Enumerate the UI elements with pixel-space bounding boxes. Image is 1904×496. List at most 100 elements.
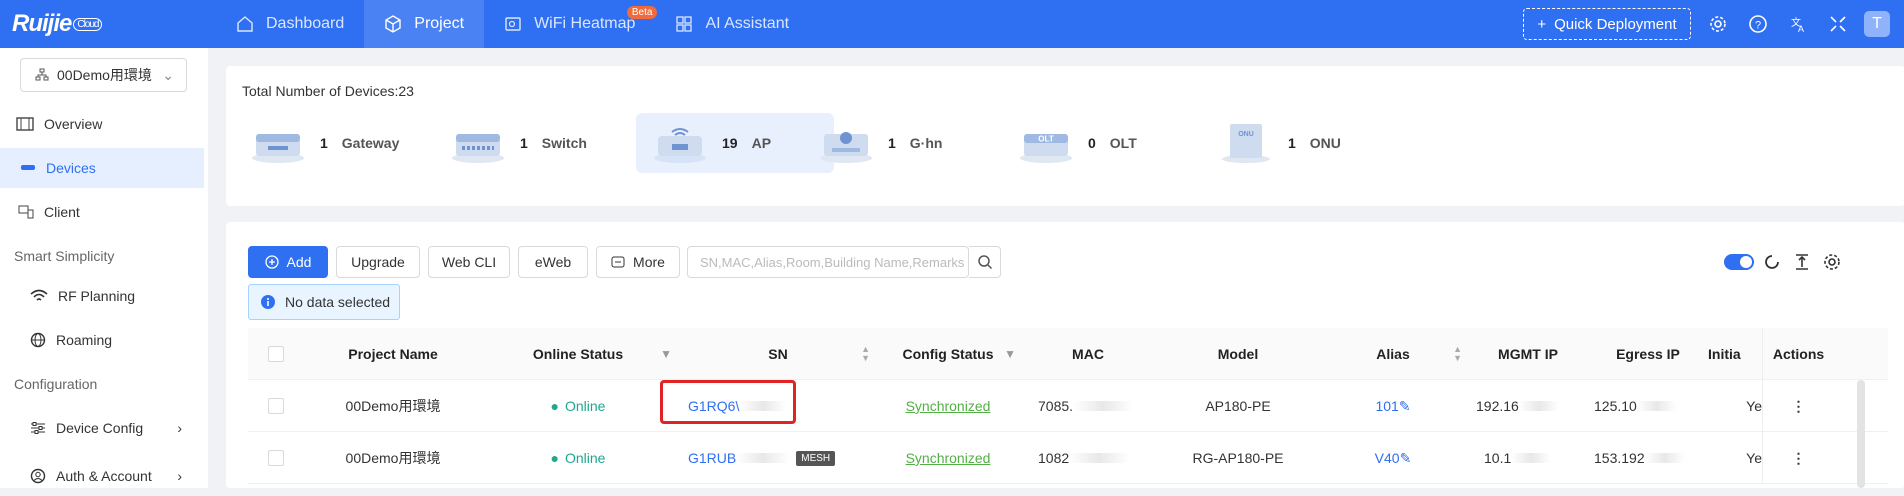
sidebar-item-overview[interactable]: Overview bbox=[0, 104, 204, 144]
cell-online-status: ● Online bbox=[550, 450, 606, 466]
redacted-text bbox=[1636, 401, 1677, 411]
col-egress-ip[interactable]: Egress IP bbox=[1588, 328, 1708, 380]
row-checkbox[interactable] bbox=[268, 450, 284, 466]
col-mac[interactable]: MAC bbox=[1018, 328, 1158, 380]
cell-alias[interactable]: V40 ✎ bbox=[1318, 432, 1468, 484]
table-row[interactable]: 00Demo用環境 ● Online G1RUB MESH Synchronized… bbox=[248, 432, 1888, 484]
search-input[interactable]: SN,MAC,Alias,Room,Building Name,Remarks bbox=[687, 246, 969, 278]
client-icon bbox=[18, 205, 34, 219]
cell-project-name: 00Demo用環境 bbox=[345, 450, 441, 466]
sidebar-item-client[interactable]: Client bbox=[0, 192, 204, 232]
col-online-status[interactable]: Online Status ▼ bbox=[478, 328, 678, 380]
user-avatar[interactable]: T bbox=[1864, 11, 1890, 37]
access-point-icon bbox=[654, 128, 706, 163]
sidebar-item-devices[interactable]: Devices bbox=[0, 148, 204, 188]
gateway-icon bbox=[252, 134, 304, 163]
device-list-card: Add Upgrade Web CLI eWeb More SN,MAC,Ali… bbox=[226, 222, 1904, 488]
fullscreen-icon[interactable] bbox=[1828, 14, 1848, 34]
chevron-down-icon: ⌄ bbox=[162, 67, 174, 83]
quick-deployment-button[interactable]: + Quick Deployment bbox=[1523, 8, 1691, 40]
project-selector[interactable]: 00Demo用環境 ⌄ bbox=[20, 58, 187, 92]
sidebar-item-roaming[interactable]: Roaming bbox=[0, 320, 204, 360]
sidebar-item-auth-account[interactable]: Auth & Account › bbox=[0, 456, 204, 496]
add-button[interactable]: Add bbox=[248, 246, 328, 278]
total-devices: Total Number of Devices:23 bbox=[242, 83, 414, 99]
sort-icon[interactable]: ▲ ▼ bbox=[861, 345, 870, 363]
nav-ai-assistant[interactable]: AI Assistant bbox=[655, 0, 809, 48]
more-button[interactable]: More bbox=[596, 246, 680, 278]
web-cli-button[interactable]: Web CLI bbox=[428, 246, 510, 278]
refresh-icon[interactable] bbox=[1762, 252, 1782, 272]
account-icon bbox=[30, 468, 46, 484]
brand-logo[interactable]: Ruijie Cloud bbox=[12, 10, 103, 38]
selection-status: No data selected bbox=[248, 284, 400, 320]
col-model[interactable]: Model bbox=[1158, 328, 1318, 380]
svg-text:ONU: ONU bbox=[1238, 131, 1254, 138]
redacted-text bbox=[1069, 453, 1130, 463]
vertical-scrollbar[interactable] bbox=[1857, 380, 1865, 488]
cell-config-status[interactable]: Synchronized bbox=[878, 380, 1018, 432]
group-smart-simplicity: Smart Simplicity bbox=[14, 248, 115, 264]
sidebar-item-device-config[interactable]: Device Config › bbox=[0, 408, 204, 448]
table-row[interactable]: 00Demo用環境 ● Online G1RQ6\ Synchronized 70… bbox=[248, 380, 1888, 432]
wifi-icon bbox=[30, 289, 48, 301]
table-settings-icon[interactable] bbox=[1822, 252, 1842, 272]
nav-wifi-heatmap[interactable]: WiFi Heatmap Beta bbox=[484, 0, 658, 48]
mesh-badge: MESH bbox=[796, 450, 836, 466]
svg-text:OLT: OLT bbox=[1038, 135, 1054, 144]
col-sn[interactable]: SN ▲ ▼ bbox=[678, 328, 878, 380]
col-initial[interactable]: Initia bbox=[1708, 328, 1762, 380]
upgrade-button[interactable]: Upgrade bbox=[336, 246, 420, 278]
language-icon[interactable]: 文A bbox=[1788, 14, 1808, 34]
column-height-icon[interactable] bbox=[1792, 252, 1812, 272]
col-mgmt-ip[interactable]: MGMT IP bbox=[1468, 328, 1588, 380]
nav-project[interactable]: Project bbox=[364, 0, 485, 48]
help-icon[interactable]: ? bbox=[1748, 14, 1768, 34]
more-icon bbox=[611, 256, 625, 268]
view-toggle[interactable] bbox=[1724, 254, 1754, 270]
search-button[interactable] bbox=[969, 246, 1001, 278]
svg-text:?: ? bbox=[1755, 20, 1761, 32]
plus-circle-icon bbox=[264, 255, 279, 269]
edit-icon[interactable]: ✎ bbox=[1399, 398, 1411, 415]
cell-project-name: 00Demo用環境 bbox=[345, 398, 441, 414]
settings-icon[interactable] bbox=[1708, 14, 1728, 34]
main-nav: Dashboard Project WiFi Heatmap Beta AI A… bbox=[216, 0, 809, 48]
device-summary-card: Total Number of Devices:23 1 Gateway 1 S… bbox=[226, 66, 1904, 206]
redacted-text bbox=[736, 453, 791, 463]
cell-mgmt-ip: 192.16 bbox=[1476, 380, 1586, 432]
sort-icon[interactable]: ▲ ▼ bbox=[1453, 345, 1462, 363]
row-checkbox[interactable] bbox=[268, 398, 284, 414]
cell-sn[interactable]: G1RUB MESH bbox=[688, 432, 868, 484]
eweb-button[interactable]: eWeb bbox=[518, 246, 588, 278]
cell-mac: 7085. bbox=[1038, 380, 1158, 432]
search-icon bbox=[977, 255, 992, 270]
select-all-checkbox[interactable] bbox=[268, 346, 284, 362]
chevron-right-icon: › bbox=[177, 420, 182, 436]
onu-icon: ONU bbox=[1222, 124, 1270, 163]
cell-mgmt-ip: 10.1 bbox=[1484, 432, 1584, 484]
col-alias[interactable]: Alias ▲ ▼ bbox=[1318, 328, 1468, 380]
filter-icon[interactable]: ▼ bbox=[660, 347, 672, 361]
heatmap-icon bbox=[505, 17, 521, 31]
device-type-ghn[interactable]: 1 G·hn bbox=[802, 113, 1000, 173]
cell-config-status[interactable]: Synchronized bbox=[878, 432, 1018, 484]
more-actions-icon[interactable]: ⋮ bbox=[1762, 432, 1834, 484]
device-type-olt[interactable]: OLT 0 OLT bbox=[1002, 113, 1200, 173]
device-type-gateway[interactable]: 1 Gateway bbox=[234, 113, 432, 173]
more-actions-icon[interactable]: ⋮ bbox=[1762, 380, 1834, 432]
nav-dashboard[interactable]: Dashboard bbox=[216, 0, 364, 48]
cell-model: AP180-PE bbox=[1205, 398, 1271, 414]
edit-icon[interactable]: ✎ bbox=[1400, 450, 1412, 467]
col-project-name[interactable]: Project Name bbox=[308, 328, 478, 380]
sn-link[interactable]: G1RUB bbox=[688, 450, 736, 466]
device-type-onu[interactable]: ONU 1 ONU bbox=[1202, 113, 1400, 173]
redacted-text bbox=[1073, 401, 1134, 411]
filter-icon[interactable]: ▼ bbox=[1004, 347, 1016, 361]
grid-icon bbox=[676, 16, 693, 32]
cell-alias[interactable]: 101 ✎ bbox=[1318, 380, 1468, 432]
col-config-status[interactable]: Config Status ▼ bbox=[878, 328, 1018, 380]
overview-icon bbox=[16, 117, 34, 131]
sidebar-item-rf-planning[interactable]: RF Planning bbox=[0, 276, 204, 316]
device-type-switch[interactable]: 1 Switch bbox=[434, 113, 632, 173]
